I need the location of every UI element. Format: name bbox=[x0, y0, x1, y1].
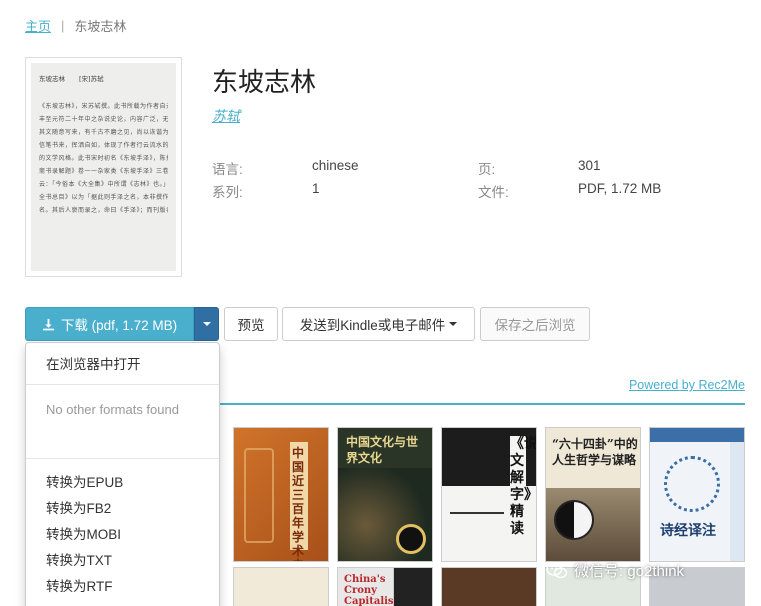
cover-text-line: 名。其后人裒而录之，命曰《手泽》；而刊版者多不 bbox=[39, 207, 168, 214]
book-title: 东坡志林 bbox=[212, 67, 317, 97]
property-value: 1 bbox=[312, 181, 320, 196]
preview-button[interactable]: 预览 bbox=[224, 307, 278, 341]
property-label: 文件: bbox=[478, 185, 509, 200]
cover-text-line: 全书总目》以为「据此则手泽之名，本非撰作，亦无书 bbox=[39, 194, 168, 201]
property-label: 语言: bbox=[212, 162, 243, 177]
book-cover[interactable]: 东坡志林 [宋]苏轼 《东坡志林》，宋苏轼撰。此书所载为作者自元 丰至元符二十年… bbox=[25, 57, 182, 277]
powered-by-rec2me-link[interactable]: Powered by Rec2Me bbox=[629, 378, 745, 392]
recommended-book-cover[interactable]: 《说文解字》精读 bbox=[441, 427, 537, 562]
wechat-watermark: 微信号: go2think bbox=[546, 560, 684, 581]
send-to-kindle-button[interactable]: 发送到Kindle或电子邮件 bbox=[282, 307, 475, 341]
convert-epub-item[interactable]: 转换为EPUB bbox=[46, 471, 123, 491]
watermark-text: 微信号: go2think bbox=[574, 563, 685, 580]
cover-text-line: 其文随意写来，有千古不磨之见，尚以诙谐为多。皆 bbox=[39, 129, 168, 136]
property-value: chinese bbox=[312, 158, 359, 173]
cover-text-line: 《东坡志林》，宋苏轼撰。此书所载为作者自元 bbox=[39, 103, 168, 110]
breadcrumb: 主页 | 东坡志林 bbox=[25, 16, 126, 35]
recommended-book-cover[interactable]: “六十四卦”中的人生哲学与谋略 bbox=[545, 427, 641, 562]
recommended-book-title: 中国近三百年学术史 bbox=[292, 446, 305, 561]
cover-text-line: 丰至元符二十年中之杂说史论，内容广泛，无所不载。 bbox=[39, 116, 168, 123]
caret-down-icon bbox=[449, 322, 458, 326]
book-cover-image: 东坡志林 [宋]苏轼 《东坡志林》，宋苏轼撰。此书所载为作者自元 丰至元符二十年… bbox=[31, 63, 176, 271]
open-in-browser-item[interactable]: 在浏览器中打开 bbox=[46, 353, 141, 373]
save-for-later-button[interactable]: 保存之后浏览 bbox=[480, 307, 590, 341]
download-options-toggle[interactable] bbox=[194, 307, 219, 341]
cover-text-line: 信笔书来，挥洒自如，体现了作者行云流水的笔风和 bbox=[39, 142, 168, 149]
breadcrumb-current: 东坡志林 bbox=[74, 19, 127, 34]
send-button-label: 发送到Kindle或电子邮件 bbox=[299, 318, 446, 333]
download-button-label: 下载 (pdf, 1.72 MB) bbox=[60, 318, 178, 333]
convert-mobi-item[interactable]: 转换为MOBI bbox=[46, 523, 121, 543]
breadcrumb-home-link[interactable]: 主页 bbox=[25, 16, 51, 35]
recommended-book-title: 诗经译注 bbox=[660, 523, 716, 539]
download-button[interactable]: 下载 (pdf, 1.72 MB) bbox=[25, 307, 194, 341]
recommended-book-cover[interactable] bbox=[441, 567, 537, 606]
property-file: 文件: PDF, 1.72 MB bbox=[478, 181, 661, 201]
breadcrumb-separator: | bbox=[61, 18, 65, 33]
convert-txt-item[interactable]: 转换为TXT bbox=[46, 549, 112, 569]
recommended-book-cover[interactable]: 中国近三百年学术史 bbox=[233, 427, 329, 562]
cover-text-line: 云：「今俗本《大全集》中所谓《志林》也。」《四库 bbox=[39, 181, 168, 188]
download-icon bbox=[42, 318, 54, 330]
property-label: 页: bbox=[478, 162, 496, 177]
property-value: PDF, 1.72 MB bbox=[578, 181, 662, 196]
property-label: 系列: bbox=[212, 185, 243, 200]
cover-text-line: 的文学风格。此书宋时初名《东坡手泽》，陈振孙《直 bbox=[39, 155, 168, 162]
no-other-formats-note: No other formats found bbox=[46, 402, 179, 417]
menu-divider bbox=[26, 458, 219, 459]
caret-down-icon bbox=[202, 322, 211, 326]
cover-header-title: 东坡志林 bbox=[39, 75, 65, 83]
convert-rtf-item[interactable]: 转换为RTF bbox=[46, 575, 113, 595]
recommended-book-cover[interactable] bbox=[393, 567, 433, 606]
wechat-icon bbox=[546, 562, 568, 578]
property-pages: 页: 301 bbox=[478, 158, 601, 178]
book-author-link[interactable]: 苏轼 bbox=[212, 106, 240, 126]
recommended-book-cover[interactable]: 诗经译注 bbox=[649, 427, 745, 562]
recommended-book-title: 中国文化与世界文化 bbox=[346, 435, 419, 465]
recommended-book-title: “六十四卦”中的人生哲学与谋略 bbox=[552, 437, 638, 467]
cover-text-line: 斋书录解题》卷一一杂家类《东坡手泽》三卷，并注 bbox=[39, 168, 168, 175]
convert-fb2-item[interactable]: 转换为FB2 bbox=[46, 497, 111, 517]
property-value: 301 bbox=[578, 158, 601, 173]
download-options-menu: 在浏览器中打开 No other formats found 转换为EPUB 转… bbox=[25, 342, 220, 606]
recommended-book-title: 《说文解字》精读 bbox=[510, 436, 537, 538]
recommended-book-cover[interactable] bbox=[233, 567, 329, 606]
property-series: 系列: 1 bbox=[212, 181, 320, 201]
property-language: 语言: chinese bbox=[212, 158, 359, 178]
menu-divider bbox=[26, 384, 219, 385]
recommended-book-cover[interactable]: 中国文化与世界文化 bbox=[337, 427, 433, 562]
cover-header-author: [宋]苏轼 bbox=[79, 75, 104, 83]
